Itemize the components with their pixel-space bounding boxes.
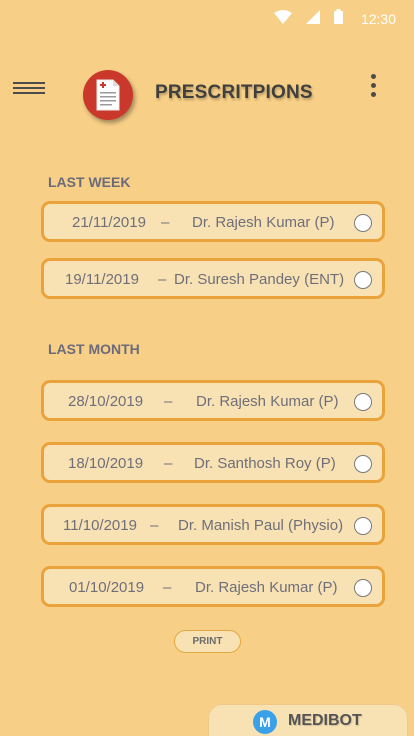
doctor-name: Dr. Santhosh Roy (P) bbox=[194, 455, 336, 472]
signal-icon bbox=[305, 9, 320, 29]
prescription-item[interactable]: 19/11/2019 – Dr. Suresh Pandey (ENT) bbox=[41, 258, 385, 299]
print-button[interactable]: PRINT bbox=[174, 630, 241, 653]
wifi-icon bbox=[273, 9, 292, 29]
page-title: PRESCRITPIONS bbox=[155, 82, 313, 103]
status-time: 12:30 bbox=[360, 11, 396, 27]
battery-icon bbox=[333, 9, 343, 29]
select-radio[interactable] bbox=[354, 579, 372, 597]
select-radio[interactable] bbox=[354, 271, 372, 289]
doctor-name: Dr. Manish Paul (Physio) bbox=[178, 517, 344, 534]
brand-name: MEDIBOT bbox=[288, 712, 362, 729]
prescription-date: 18/10/2019 bbox=[68, 455, 144, 472]
separator: – bbox=[161, 214, 170, 231]
brand-tab: M MEDIBOT bbox=[208, 704, 408, 736]
prescription-item[interactable]: 11/10/2019 – Dr. Manish Paul (Physio) bbox=[41, 504, 385, 545]
separator: – bbox=[164, 393, 173, 410]
separator: – bbox=[164, 455, 173, 472]
prescription-date: 19/11/2019 bbox=[65, 271, 139, 288]
separator: – bbox=[163, 579, 172, 596]
prescription-date: 01/10/2019 bbox=[69, 579, 145, 596]
prescription-item[interactable]: 18/10/2019 – Dr. Santhosh Roy (P) bbox=[41, 442, 385, 483]
prescription-date: 28/10/2019 bbox=[68, 393, 144, 410]
prescription-item[interactable]: 01/10/2019 – Dr. Rajesh Kumar (P) bbox=[41, 566, 385, 607]
doctor-name: Dr. Suresh Pandey (ENT) bbox=[174, 271, 345, 288]
select-radio[interactable] bbox=[354, 393, 372, 411]
doctor-name: Dr. Rajesh Kumar (P) bbox=[192, 214, 335, 231]
select-radio[interactable] bbox=[354, 214, 372, 232]
prescription-document-icon bbox=[83, 70, 133, 120]
section-heading-last-week: LAST WEEK bbox=[48, 174, 131, 190]
prescription-date: 11/10/2019 bbox=[63, 517, 137, 534]
separator: – bbox=[158, 271, 167, 288]
hamburger-menu-icon[interactable] bbox=[13, 82, 45, 96]
prescription-date: 21/11/2019 bbox=[72, 214, 146, 231]
doctor-name: Dr. Rajesh Kumar (P) bbox=[196, 393, 339, 410]
prescription-item[interactable]: 21/11/2019 – Dr. Rajesh Kumar (P) bbox=[41, 201, 385, 242]
select-radio[interactable] bbox=[354, 517, 372, 535]
prescription-item[interactable]: 28/10/2019 – Dr. Rajesh Kumar (P) bbox=[41, 380, 385, 421]
status-bar: 12:30 bbox=[0, 0, 414, 38]
section-heading-last-month: LAST MONTH bbox=[48, 341, 140, 357]
separator: – bbox=[150, 517, 159, 534]
doctor-name: Dr. Rajesh Kumar (P) bbox=[195, 579, 338, 596]
select-radio[interactable] bbox=[354, 455, 372, 473]
kebab-menu-icon[interactable] bbox=[366, 74, 380, 100]
app-header: PRESCRITPIONS bbox=[0, 62, 414, 122]
medibot-logo-icon: M bbox=[253, 710, 277, 734]
